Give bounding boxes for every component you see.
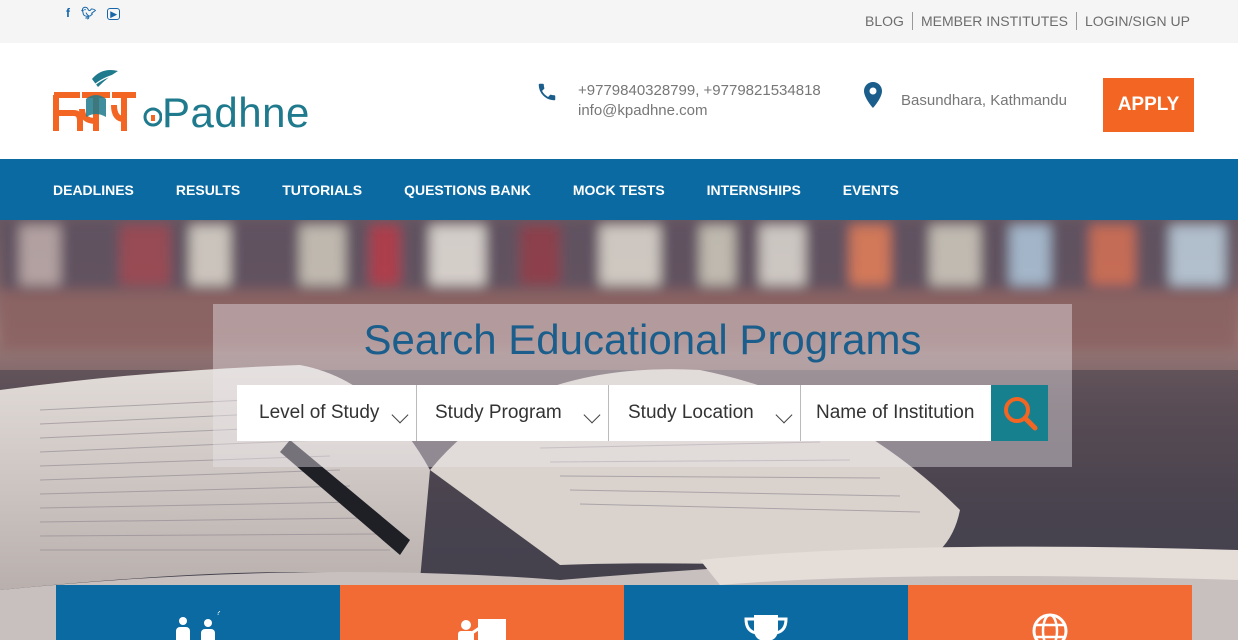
social-links: f 🐦︎ ▶ <box>66 6 121 20</box>
feature-card[interactable] <box>908 585 1192 640</box>
search-title: Search Educational Programs <box>363 316 922 363</box>
nav-item-mock-tests[interactable]: MOCK TESTS <box>573 182 665 198</box>
teacher-board-icon <box>458 619 506 640</box>
nav-item-questions-bank[interactable]: QUESTIONS BANK <box>404 182 531 198</box>
nav-item-deadlines[interactable]: DEADLINES <box>53 182 134 198</box>
blog-link[interactable]: BLOG <box>857 13 912 29</box>
login-signup-link[interactable]: LOGIN/SIGN UP <box>1077 13 1190 29</box>
feature-card[interactable]: ? <box>56 585 340 640</box>
contact-details: +9779840328799, +9779821534818 info@kpad… <box>578 81 848 121</box>
institution-name-input[interactable]: Name of Institution <box>801 385 991 441</box>
svg-text:?: ? <box>216 611 221 617</box>
study-program-label: Study Program <box>435 402 562 423</box>
search-panel: Search Educational Programs Level of Stu… <box>213 304 1072 467</box>
globe-icon <box>1032 613 1068 640</box>
feature-card[interactable] <box>624 585 908 640</box>
phone-numbers: +9779840328799, +9779821534818 <box>578 82 821 99</box>
main-nav: DEADLINES RESULTS TUTORIALS QUESTIONS BA… <box>0 159 1238 220</box>
feature-card[interactable] <box>340 585 624 640</box>
youtube-icon[interactable]: ▶ <box>107 8 121 20</box>
twitter-icon[interactable]: 🐦︎ <box>81 6 96 20</box>
top-bar: f 🐦︎ ▶ BLOG MEMBER INSTITUTES LOGIN/SIGN… <box>0 0 1238 43</box>
facebook-icon[interactable]: f <box>66 6 70 20</box>
nav-item-tutorials[interactable]: TUTORIALS <box>282 182 362 198</box>
email-address[interactable]: info@kpadhne.com <box>578 101 848 121</box>
students-question-icon: ? <box>176 611 221 640</box>
study-location-select[interactable]: Study Location <box>609 385 801 441</box>
nav-item-events[interactable]: EVENTS <box>843 182 899 198</box>
chevron-down-icon <box>775 406 793 424</box>
logo-mark-icon <box>53 70 163 131</box>
site-header: Padhne +9779840328799, +9779821534818 in… <box>0 43 1238 159</box>
search-button[interactable] <box>991 385 1048 441</box>
phone-icon <box>538 83 556 101</box>
study-location-label: Study Location <box>628 402 754 423</box>
hero-banner: Search Educational Programs Level of Stu… <box>0 220 1238 640</box>
chevron-down-icon <box>583 406 601 424</box>
level-of-study-select[interactable]: Level of Study <box>237 385 417 441</box>
site-logo[interactable]: Padhne <box>52 65 310 137</box>
search-filters: Level of Study Study Program Study Locat… <box>237 385 1048 441</box>
search-icon <box>1003 397 1037 431</box>
nav-item-results[interactable]: RESULTS <box>176 182 240 198</box>
map-pin-icon <box>864 82 882 108</box>
logo-text: Padhne <box>162 89 310 136</box>
study-program-select[interactable]: Study Program <box>417 385 609 441</box>
apply-button[interactable]: APPLY <box>1103 78 1194 132</box>
nav-item-internships[interactable]: INTERNSHIPS <box>707 182 801 198</box>
trophy-icon <box>744 615 788 640</box>
level-of-study-label: Level of Study <box>259 402 380 423</box>
top-links: BLOG MEMBER INSTITUTES LOGIN/SIGN UP <box>857 12 1190 30</box>
chevron-down-icon <box>391 406 409 424</box>
member-institutes-link[interactable]: MEMBER INSTITUTES <box>913 13 1076 29</box>
location-text: Basundhara, Kathmandu <box>901 92 1067 109</box>
feature-cards: ? <box>56 585 1192 640</box>
